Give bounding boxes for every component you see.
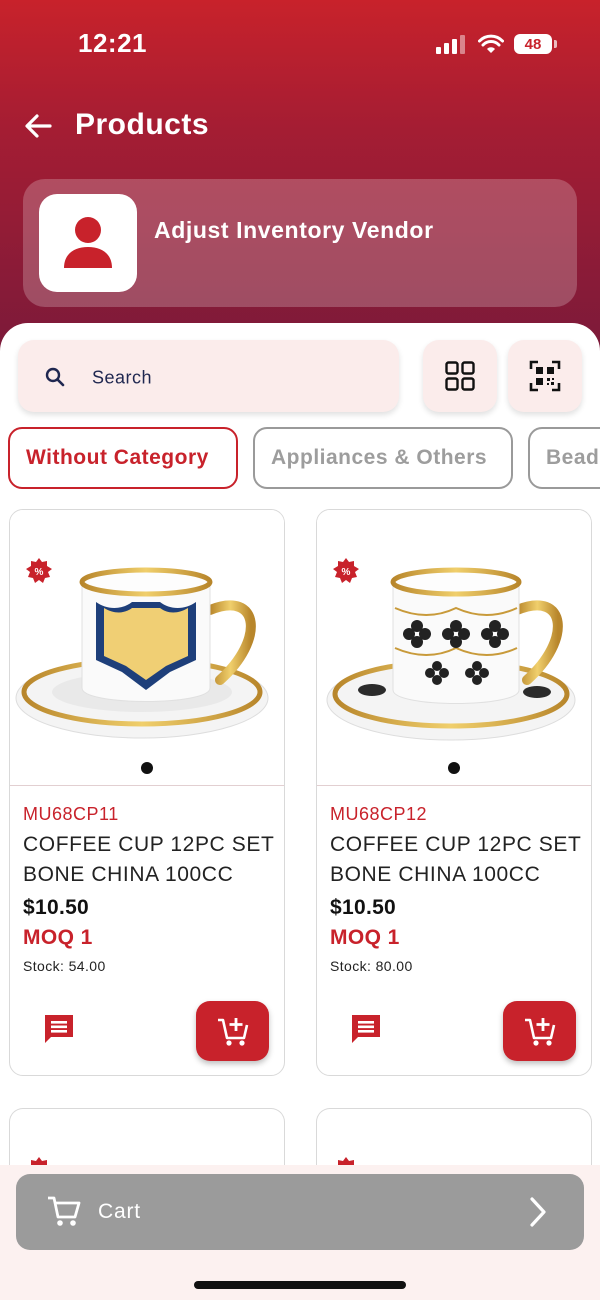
status-bar: 12:21 48	[0, 0, 600, 90]
back-button[interactable]	[18, 106, 58, 146]
category-chip-label: Bead	[546, 446, 600, 469]
main-content: Search Without Category Appliances & Oth…	[0, 323, 600, 1300]
carousel-dot[interactable]	[448, 762, 460, 774]
product-stock: Stock: 80.00	[330, 958, 413, 974]
product-image[interactable]: %	[317, 510, 591, 786]
category-chip-bead[interactable]: Bead	[528, 427, 600, 489]
carousel-dot[interactable]	[141, 762, 153, 774]
message-button[interactable]	[349, 1012, 383, 1051]
add-to-cart-button[interactable]	[503, 1001, 576, 1061]
arrow-left-icon	[25, 114, 52, 138]
svg-text:%: %	[35, 567, 44, 578]
category-chip-appliances[interactable]: Appliances & Others	[253, 427, 513, 489]
message-button[interactable]	[42, 1012, 76, 1051]
bottom-bar: Cart	[0, 1165, 600, 1300]
qr-scan-button[interactable]	[508, 340, 582, 412]
add-cart-icon	[524, 1018, 555, 1046]
discount-badge-icon: %	[26, 558, 52, 583]
svg-text:%: %	[342, 567, 351, 578]
product-name: COFFEE CUP 12PC SET BONE CHINA 100CC	[330, 833, 582, 886]
cart-icon	[48, 1196, 81, 1226]
category-chip-without-category[interactable]: Without Category	[8, 427, 238, 489]
person-icon	[64, 217, 112, 268]
search-icon	[45, 367, 65, 387]
signal-icon	[436, 35, 465, 54]
product-sku: MU68CP11	[23, 804, 119, 824]
product-card[interactable]: % MU68CP11 COFFEE CUP 12PC SET BONE CHIN…	[9, 509, 285, 1076]
product-moq: MOQ 1	[330, 926, 400, 949]
search-input[interactable]: Search	[18, 340, 399, 412]
coffee-cup-image	[15, 567, 269, 739]
chevron-right-icon	[530, 1197, 546, 1227]
category-chip-label: Without Category	[26, 446, 209, 469]
status-icons: 48	[436, 34, 557, 54]
category-chip-label: Appliances & Others	[271, 446, 488, 469]
vendor-card[interactable]: Adjust Inventory Vendor	[23, 179, 577, 307]
grid-view-button[interactable]	[423, 340, 497, 412]
add-cart-icon	[217, 1018, 248, 1046]
product-name: COFFEE CUP 12PC SET BONE CHINA 100CC	[23, 833, 275, 886]
search-placeholder: Search	[92, 367, 153, 388]
product-card[interactable]: % MU68CP12 COFFEE CUP 12PC SET BONE CHIN…	[316, 509, 592, 1076]
product-price: $10.50	[23, 896, 90, 919]
message-icon	[352, 1015, 380, 1043]
message-icon	[45, 1015, 73, 1043]
category-chips: Without Category Appliances & Others Bea…	[8, 427, 600, 493]
product-sku: MU68CP12	[330, 804, 428, 824]
battery-indicator: 48	[514, 34, 557, 54]
header: 12:21 48 Products Adjust Inventory Vendo…	[0, 0, 600, 360]
qr-scan-icon	[529, 360, 561, 392]
wifi-icon	[478, 34, 504, 53]
add-to-cart-button[interactable]	[196, 1001, 269, 1061]
vendor-avatar	[39, 194, 137, 292]
coffee-cup-image	[326, 567, 576, 741]
status-time: 12:21	[78, 28, 147, 58]
cart-button[interactable]: Cart	[16, 1174, 584, 1250]
page-title: Products	[75, 108, 210, 141]
discount-badge-icon: %	[333, 558, 359, 583]
product-stock: Stock: 54.00	[23, 958, 106, 974]
vendor-name: Adjust Inventory Vendor	[154, 217, 434, 243]
cart-label: Cart	[98, 1200, 141, 1223]
home-indicator	[194, 1281, 406, 1289]
product-moq: MOQ 1	[23, 926, 93, 949]
product-image[interactable]: %	[10, 510, 284, 786]
grid-view-icon	[445, 361, 475, 391]
product-price: $10.50	[330, 896, 397, 919]
